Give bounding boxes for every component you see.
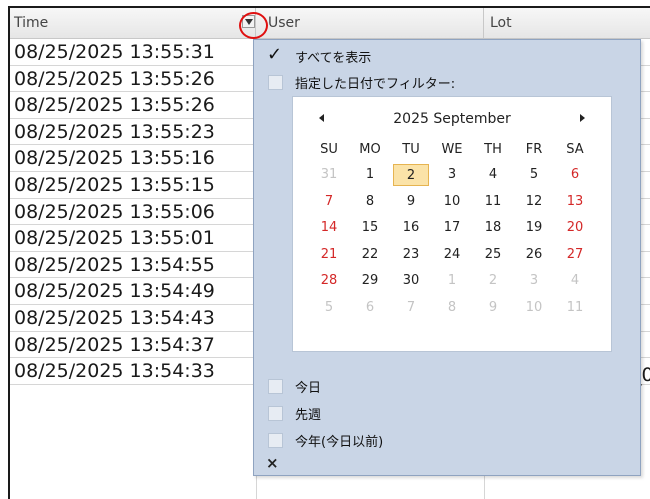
- table-cell-time: 08/25/2025 13:55:06: [14, 200, 215, 223]
- table-cell-time: 08/25/2025 13:55:16: [14, 147, 215, 170]
- quick-filter-option[interactable]: 今日: [268, 376, 321, 396]
- quick-filter-label: 先週: [295, 407, 322, 423]
- column-header-user[interactable]: User: [256, 8, 484, 39]
- check-icon[interactable]: [267, 44, 283, 65]
- checkbox[interactable]: [268, 432, 283, 448]
- calendar-day[interactable]: 13: [557, 191, 593, 213]
- calendar-day[interactable]: 5: [516, 164, 552, 186]
- calendar-day[interactable]: 6: [352, 297, 388, 319]
- grid-frame: Time User Lot 08/25/2025 13:55:31 08/25/2…: [8, 6, 650, 499]
- calendar-day[interactable]: 30: [393, 270, 429, 292]
- calendar-day[interactable]: 16: [393, 217, 429, 239]
- checkbox[interactable]: [268, 405, 283, 421]
- calendar-day[interactable]: 14: [311, 217, 347, 239]
- calendar-day[interactable]: 26: [516, 244, 552, 266]
- calendar-day[interactable]: 9: [393, 191, 429, 213]
- calendar-title: 2025 September: [393, 111, 511, 127]
- weekday-label: SA: [566, 142, 584, 157]
- quick-filter-label: 今年(今日以前): [295, 434, 384, 450]
- calendar-day[interactable]: 21: [311, 244, 347, 266]
- calendar-day[interactable]: 8: [434, 297, 470, 319]
- calendar-day[interactable]: 15: [352, 217, 388, 239]
- table-cell-time: 08/25/2025 13:54:49: [14, 280, 215, 303]
- chevron-right-icon[interactable]: [580, 114, 585, 122]
- calendar-day[interactable]: 12: [516, 191, 552, 213]
- calendar-day[interactable]: 29: [352, 270, 388, 292]
- filter-option-label: 指定した日付でフィルター:: [295, 76, 456, 92]
- filter-option-label: すべてを表示: [295, 50, 372, 66]
- quick-filter-option[interactable]: 先週: [268, 403, 321, 423]
- quick-filter-option[interactable]: 今年(今日以前): [268, 430, 383, 450]
- table-cell-time: 08/25/2025 13:55:31: [14, 41, 215, 63]
- weekday-label: FR: [525, 142, 543, 157]
- table-cell-time: 08/25/2025 13:54:43: [14, 306, 215, 329]
- column-header-user-label: User: [268, 15, 300, 31]
- calendar-day[interactable]: 31: [311, 164, 347, 186]
- calendar-day[interactable]: 17: [434, 217, 470, 239]
- calendar-day[interactable]: 11: [557, 297, 593, 319]
- calendar-day[interactable]: 27: [557, 244, 593, 266]
- table-cell-time: 08/25/2025 13:55:01: [14, 227, 215, 250]
- close-icon[interactable]: ×: [266, 454, 279, 472]
- calendar-day[interactable]: 10: [434, 191, 470, 213]
- calendar-day[interactable]: 7: [311, 191, 347, 213]
- table-cell-time: 08/25/2025 13:54:33: [14, 360, 215, 383]
- weekday-label: SU: [320, 142, 338, 157]
- calendar-day[interactable]: 20: [557, 217, 593, 239]
- weekday-label: TH: [484, 142, 502, 157]
- weekday-label: MO: [359, 142, 381, 157]
- calendar-day[interactable]: 28: [311, 270, 347, 292]
- calendar-day[interactable]: 2: [475, 270, 511, 292]
- calendar-day[interactable]: 9: [475, 297, 511, 319]
- calendar-day[interactable]: 3: [516, 270, 552, 292]
- calendar-day[interactable]: 2: [393, 164, 429, 186]
- calendar-day[interactable]: 18: [475, 217, 511, 239]
- calendar-day[interactable]: 24: [434, 244, 470, 266]
- table-cell-time: 08/25/2025 13:55:23: [14, 120, 215, 143]
- calendar-day[interactable]: 11: [475, 191, 511, 213]
- column-header-time-label: Time: [14, 15, 49, 31]
- checkbox[interactable]: [268, 378, 283, 394]
- calendar-day[interactable]: 6: [557, 164, 593, 186]
- filter-option-show-all[interactable]: すべてを表示: [267, 44, 372, 66]
- calendar-day[interactable]: 19: [516, 217, 552, 239]
- calendar-header: 2025 September: [293, 111, 611, 131]
- filter-option-by-date[interactable]: 指定した日付でフィルター:: [268, 72, 455, 92]
- calendar-day[interactable]: 5: [311, 297, 347, 319]
- column-header-lot-label: Lot: [490, 15, 512, 31]
- calendar-day[interactable]: 3: [434, 164, 470, 186]
- calendar-day[interactable]: 4: [475, 164, 511, 186]
- highlight-circle: [239, 12, 268, 39]
- calendar-day[interactable]: 23: [393, 244, 429, 266]
- calendar-day[interactable]: 4: [557, 270, 593, 292]
- quick-filter-label: 今日: [295, 380, 322, 396]
- checkbox[interactable]: [268, 74, 283, 90]
- calendar-day[interactable]: 25: [475, 244, 511, 266]
- calendar-day[interactable]: 1: [352, 164, 388, 186]
- calendar-day[interactable]: 22: [352, 244, 388, 266]
- table-cell-time: 08/25/2025 13:55:26: [14, 94, 215, 117]
- calendar-day[interactable]: 10: [516, 297, 552, 319]
- weekday-label: WE: [441, 142, 463, 157]
- table-cell-time: 08/25/2025 13:55:15: [14, 173, 215, 196]
- table-cell-time: 08/25/2025 13:55:26: [14, 67, 215, 90]
- date-filter-popup: すべてを表示 指定した日付でフィルター: 2025 September SU MO…: [253, 39, 641, 476]
- calendar-day[interactable]: 8: [352, 191, 388, 213]
- table-cell-time: 08/25/2025 13:54:37: [14, 333, 215, 356]
- calendar-day[interactable]: 7: [393, 297, 429, 319]
- calendar-day[interactable]: 1: [434, 270, 470, 292]
- column-header-lot[interactable]: Lot: [484, 8, 650, 39]
- column-header-time[interactable]: Time: [10, 8, 256, 39]
- weekday-label: TU: [402, 142, 420, 157]
- calendar: 2025 September SU MO TU WE TH FR SA 31 1 2 3 4 5 6 7 8 9…: [292, 96, 612, 352]
- table-cell-time: 08/25/2025 13:54:55: [14, 253, 215, 276]
- grid-header: Time User Lot: [10, 8, 650, 39]
